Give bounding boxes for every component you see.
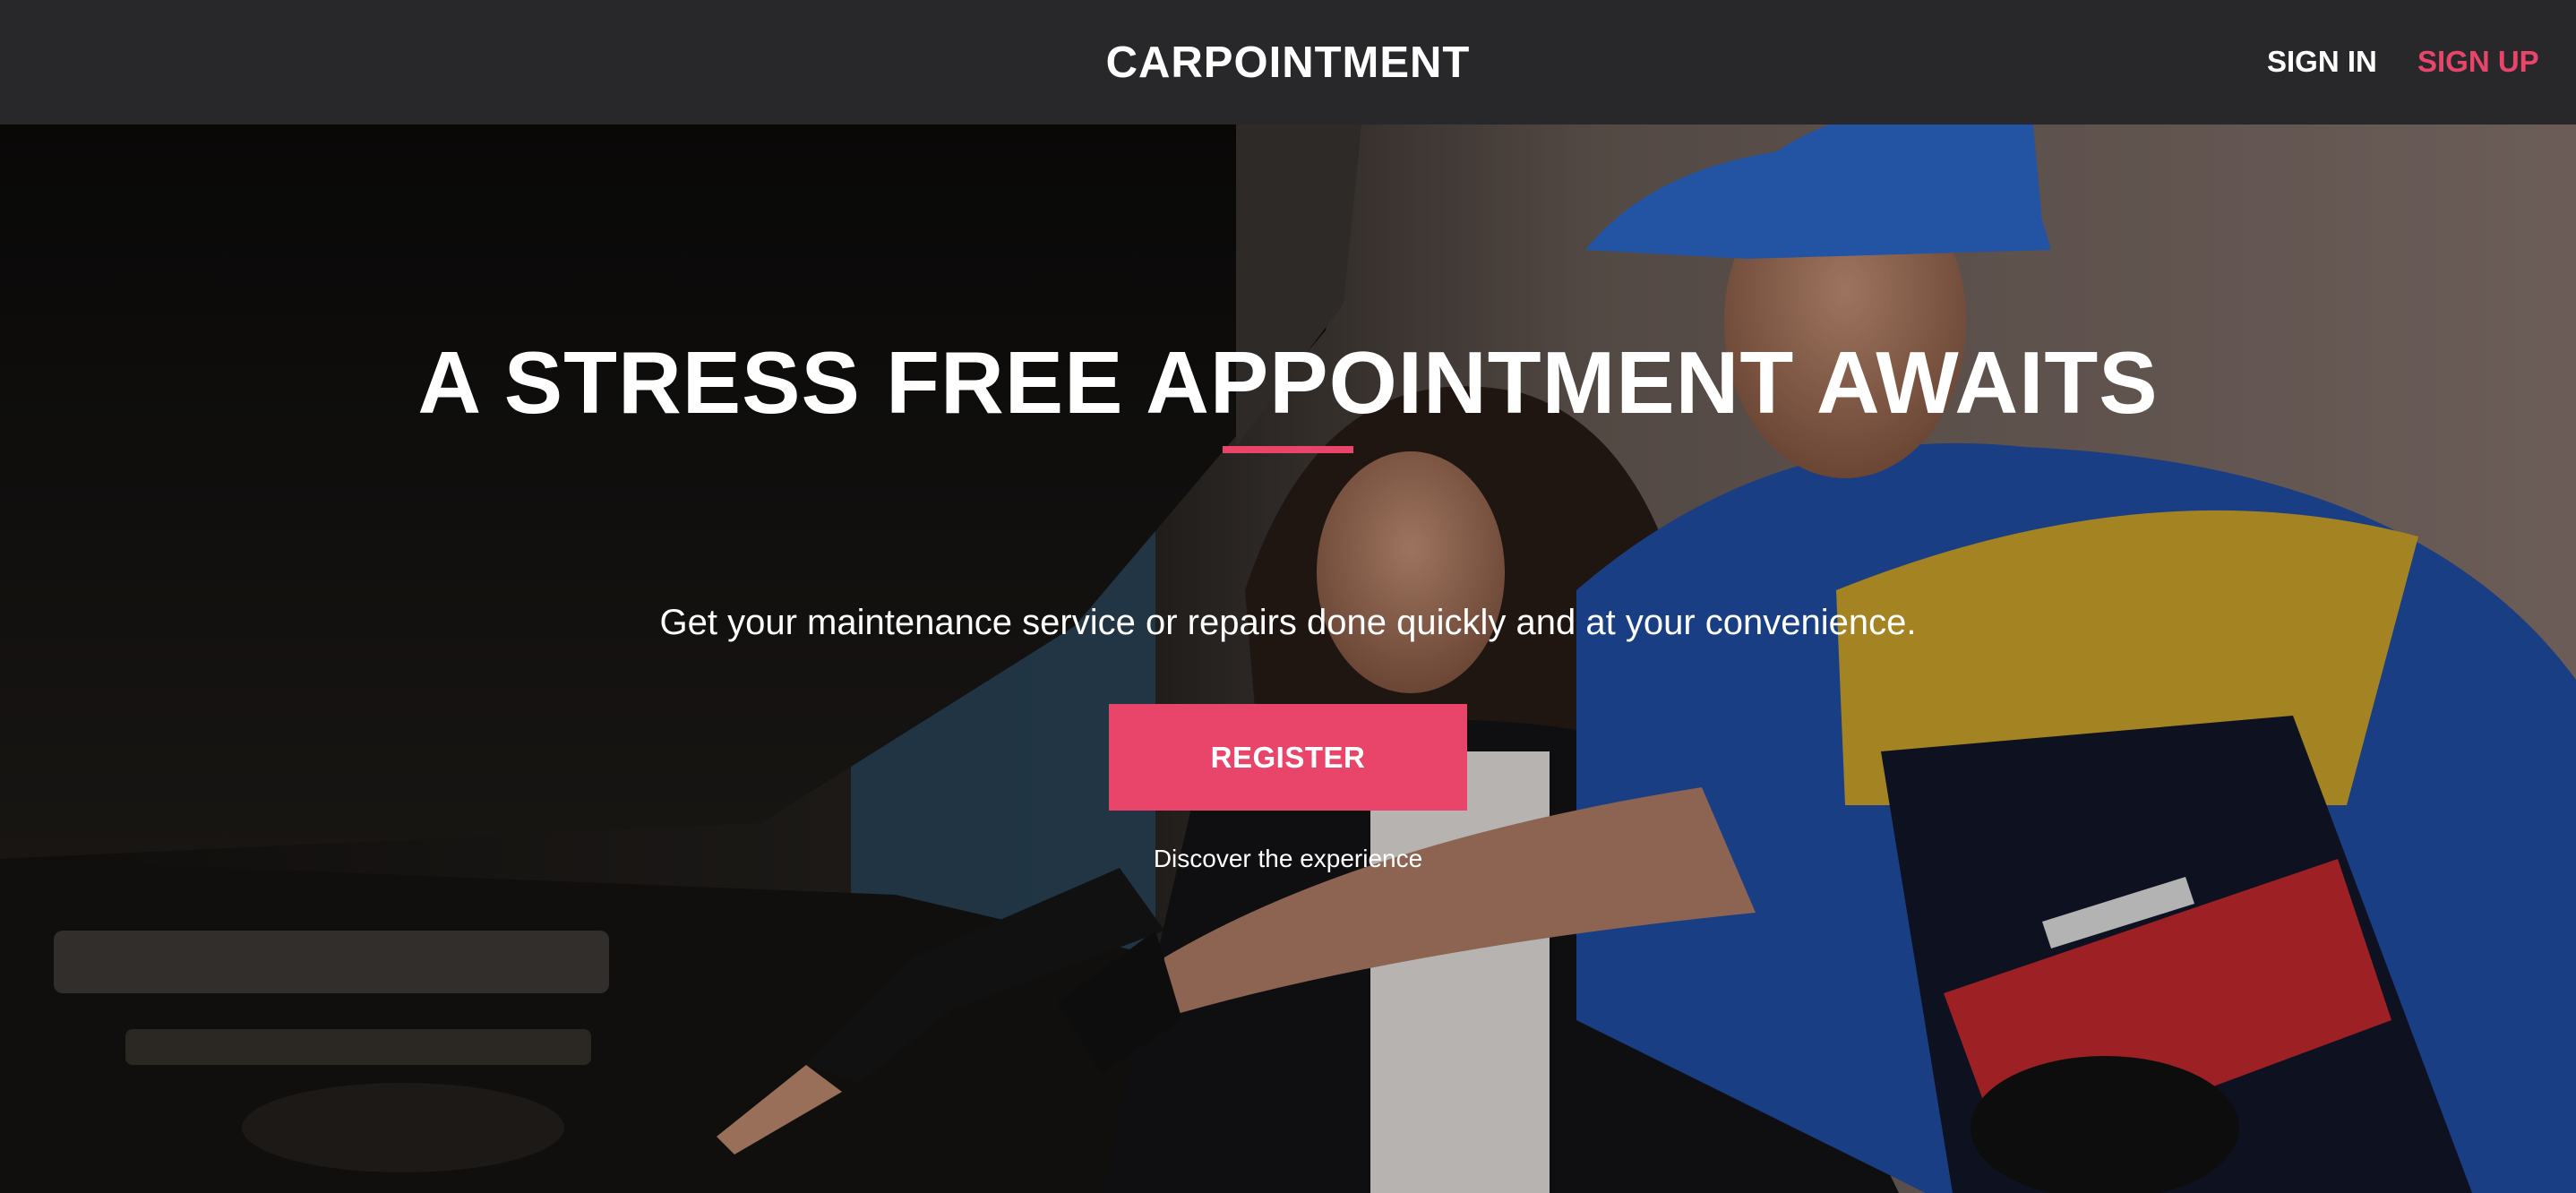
landing-page: CARPOINTMENT SIGN IN SIGN UP A STRESS FR…: [0, 0, 2576, 1193]
hero-dark-overlay: [0, 124, 2576, 1193]
discover-experience-text: Discover the experience: [1153, 845, 1423, 872]
hero-subtitle: Get your maintenance service or repairs …: [659, 603, 1917, 642]
title-underline-divider: [1223, 446, 1353, 453]
hero-title: A STRESS FREE APPOINTMENT AWAITS: [417, 333, 2159, 432]
sign-in-link[interactable]: SIGN IN: [2267, 41, 2377, 82]
register-button[interactable]: REGISTER: [1109, 704, 1467, 811]
brand-logo-text[interactable]: CARPOINTMENT: [0, 36, 2576, 90]
hero-section: A STRESS FREE APPOINTMENT AWAITS Get you…: [0, 124, 2576, 1193]
top-nav-bar: CARPOINTMENT SIGN IN SIGN UP: [0, 0, 2576, 124]
sign-up-link[interactable]: SIGN UP: [2417, 41, 2539, 82]
